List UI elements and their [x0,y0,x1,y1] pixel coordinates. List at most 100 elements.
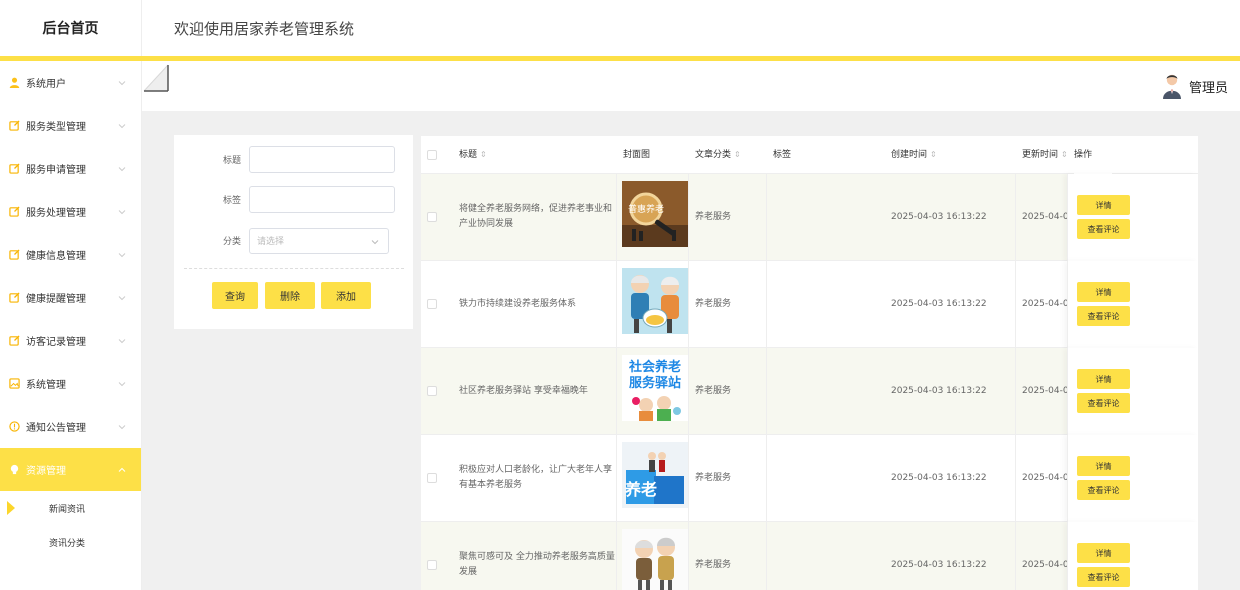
table-row: 积极应对人口老龄化，让广大老年人享有基本养老服务 养老 养老服务 2025-04… [421,435,1198,522]
content-toolbar: 管理员 [142,61,1240,111]
news-title: 积极应对人口老龄化，让广大老年人享有基本养老服务 [459,465,613,490]
column-header-created[interactable]: 创建时间 ⇕ [891,136,937,174]
sidebar-item-notice[interactable]: 通知公告管理 [0,405,141,448]
query-button[interactable]: 查询 [212,282,258,309]
select-all-checkbox[interactable] [427,150,437,160]
column-header-category[interactable]: 文章分类 ⇕ [695,136,741,174]
chevron-down-icon [118,209,126,214]
cover-image[interactable] [622,529,688,590]
add-button[interactable]: 添加 [321,282,371,309]
view-comments-button[interactable]: 查看评论 [1077,480,1130,500]
cover-image[interactable]: 社会养老 服务驿站 [622,355,688,421]
news-category: 养老服务 [695,299,732,309]
column-header-tag: 标签 [773,150,792,160]
column-divider [1015,174,1016,261]
column-divider [766,261,767,348]
news-title: 社区养老服务驿站 享受幸福晚年 [459,386,588,396]
sort-icon: ⇕ [930,150,937,159]
column-divider [766,522,767,590]
sidebar-item-service-type[interactable]: 服务类型管理 [0,104,141,147]
sidebar-item-health-remind[interactable]: 健康提醒管理 [0,276,141,319]
view-comments-button[interactable]: 查看评论 [1077,306,1130,326]
column-divider [616,348,617,435]
active-indicator-icon [7,501,15,515]
detail-button[interactable]: 详情 [1077,282,1130,302]
row-actions: 详情 查看评论 [1067,261,1198,348]
detail-button[interactable]: 详情 [1077,456,1130,476]
image-icon [8,378,20,390]
cover-image[interactable]: 养老 [622,442,688,508]
title-filter-label: 标题 [222,156,241,166]
column-divider [1015,261,1016,348]
sidebar-item-system-manage[interactable]: 系统管理 [0,362,141,405]
chevron-up-icon [118,467,126,472]
chevron-down-icon [118,381,126,386]
title-filter: 标题 [174,146,413,173]
row-checkbox[interactable] [427,560,437,570]
cover-text: 普惠养老 [628,203,664,215]
column-divider [688,261,689,348]
column-divider [616,435,617,522]
column-category-label: 文章分类 [695,150,732,160]
chevron-down-icon [118,252,126,257]
tag-filter: 标签 [174,186,413,213]
sidebar-item-service-process[interactable]: 服务处理管理 [0,190,141,233]
detail-button[interactable]: 详情 [1077,195,1130,215]
sidebar-subitem-news-category[interactable]: 资讯分类 [0,525,141,559]
system-title: 欢迎使用居家养老管理系统 [174,20,355,38]
column-divider [616,261,617,348]
column-divider [1015,435,1016,522]
view-comments-button[interactable]: 查看评论 [1077,393,1130,413]
created-time: 2025-04-03 16:13:22 [891,212,987,222]
sidebar-item-health-info[interactable]: 健康信息管理 [0,233,141,276]
row-checkbox[interactable] [427,299,437,309]
collapse-sidebar-icon[interactable] [142,61,170,93]
column-divider [616,522,617,590]
column-header-title[interactable]: 标题 ⇕ [459,136,487,174]
column-divider [1015,522,1016,590]
detail-button[interactable]: 详情 [1077,543,1130,563]
column-divider [616,174,617,261]
row-checkbox[interactable] [427,212,437,222]
title-filter-input[interactable] [249,146,395,173]
delete-button[interactable]: 删除 [265,282,315,309]
edit-icon [8,292,20,304]
sidebar-item-system-users[interactable]: 系统用户 [0,61,141,104]
sidebar-item-service-apply[interactable]: 服务申请管理 [0,147,141,190]
sidebar-item-label: 健康信息管理 [26,251,86,262]
column-divider [766,348,767,435]
column-header-updated[interactable]: 更新时间 ⇕ [1022,136,1068,174]
row-checkbox[interactable] [427,473,437,483]
detail-button[interactable]: 详情 [1077,369,1130,389]
edit-icon [8,163,20,175]
news-title: 将健全养老服务网络，促进养老事业和产业协同发展 [459,204,613,229]
sidebar-item-resource[interactable]: 资源管理 [0,448,141,491]
row-actions: 详情 查看评论 [1067,348,1198,435]
tag-filter-input[interactable] [249,186,395,213]
column-divider [688,435,689,522]
column-created-label: 创建时间 [891,150,928,160]
table-row: 社区养老服务驿站 享受幸福晚年 社会养老 服务驿站 养老服务 2025-04-0… [421,348,1198,435]
search-panel: 标题 标签 分类 请选择 查询 删除 添加 [174,135,413,329]
sidebar-item-visitor-record[interactable]: 访客记录管理 [0,319,141,362]
view-comments-button[interactable]: 查看评论 [1077,567,1130,587]
sidebar-subitem-news[interactable]: 新闻资讯 [0,491,141,525]
category-select-placeholder: 请选择 [257,237,285,247]
user-name: 管理员 [1188,80,1228,96]
cover-image[interactable] [622,268,688,334]
cover-text: 养老 [624,480,657,499]
cover-image[interactable]: 普惠养老 [622,181,688,247]
column-divider [688,174,689,261]
category-select[interactable]: 请选择 [249,227,389,254]
column-divider [688,522,689,590]
created-time: 2025-04-03 16:13:22 [891,560,987,570]
news-title: 铁力市持续建设养老服务体系 [459,299,577,309]
sort-icon: ⇕ [1061,150,1068,159]
view-comments-button[interactable]: 查看评论 [1077,219,1130,239]
column-divider [766,435,767,522]
sidebar-item-label: 资源管理 [26,466,66,477]
row-checkbox[interactable] [427,386,437,396]
edit-icon [8,335,20,347]
home-link[interactable]: 后台首页 [0,0,142,56]
user-menu[interactable]: 管理员 [1162,73,1228,99]
